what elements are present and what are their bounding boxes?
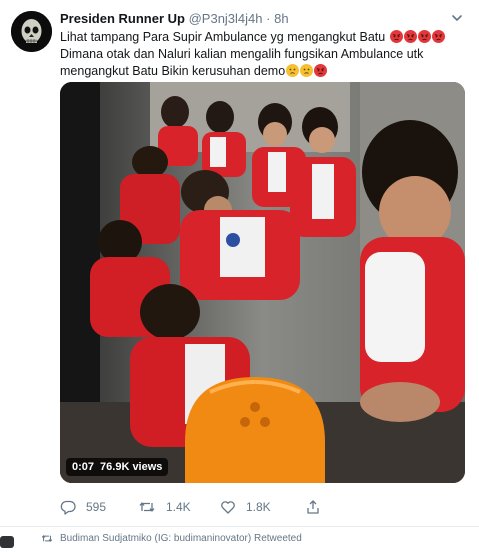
- tweet[interactable]: Presiden Runner Up @P3nj3l4j4h · 8h Liha…: [0, 0, 479, 527]
- avatar[interactable]: [11, 11, 52, 52]
- reply-icon: [60, 500, 76, 515]
- separator: ·: [266, 11, 271, 26]
- reply-count: 595: [86, 500, 107, 514]
- share-icon: [307, 500, 319, 514]
- retweet-context-text: Budiman Sudjatmiko (IG: budimaninovator)…: [60, 533, 302, 544]
- angry-face-icon: [403, 30, 417, 43]
- like-count: 1.8K: [246, 500, 271, 514]
- angry-face-icon: [417, 30, 431, 43]
- worried-face-icon: [286, 64, 300, 77]
- tweet-header: Presiden Runner Up @P3nj3l4j4h · 8h: [60, 11, 289, 26]
- video-frame: [60, 82, 465, 483]
- angry-face-icon: [314, 64, 328, 77]
- tweet-text-segment: mengangkut Batu Bikin kerusuhan demo: [60, 64, 286, 78]
- tweet-text-line-1: Lihat tampang Para Supir Ambulance yg me…: [60, 29, 465, 46]
- user-handle[interactable]: @P3nj3l4j4h: [189, 11, 263, 26]
- tweet-text-segment: Lihat tampang Para Supir Ambulance yg me…: [60, 30, 386, 44]
- tweet-text-line-2: Dimana otak dan Naluri kalian mengalih f…: [60, 47, 424, 61]
- retweet-button[interactable]: 1.4K: [138, 499, 191, 515]
- display-name[interactable]: Presiden Runner Up: [60, 11, 185, 26]
- video-stats-badge: 0:07 76.9K views: [66, 458, 169, 476]
- like-button[interactable]: 1.8K: [220, 499, 271, 515]
- tweet-text: Lihat tampang Para Supir Ambulance yg me…: [60, 29, 465, 80]
- retweet-icon: [139, 502, 155, 512]
- retweet-context[interactable]: Budiman Sudjatmiko (IG: budimaninovator)…: [40, 533, 302, 544]
- tweet-actions: 595 1.4K 1.8K: [60, 499, 465, 519]
- tweet-timestamp[interactable]: 8h: [274, 11, 288, 26]
- retweet-count: 1.4K: [166, 500, 191, 514]
- angry-face-icon: [431, 30, 445, 43]
- video-duration: 0:07: [72, 461, 95, 473]
- worried-face-icon: [300, 64, 314, 77]
- video-player[interactable]: 0:07 76.9K views: [60, 82, 465, 483]
- avatar-edge: [0, 535, 14, 548]
- tweet-text-line-3: mengangkut Batu Bikin kerusuhan demo: [60, 63, 465, 80]
- share-button[interactable]: [305, 499, 331, 515]
- angry-face-icon: [389, 30, 403, 43]
- reply-button[interactable]: 595: [60, 499, 106, 515]
- video-view-count: 76.9K views: [100, 461, 163, 473]
- heart-icon: [221, 501, 235, 514]
- chevron-down-icon[interactable]: [449, 10, 465, 26]
- retweet-icon: [41, 535, 53, 542]
